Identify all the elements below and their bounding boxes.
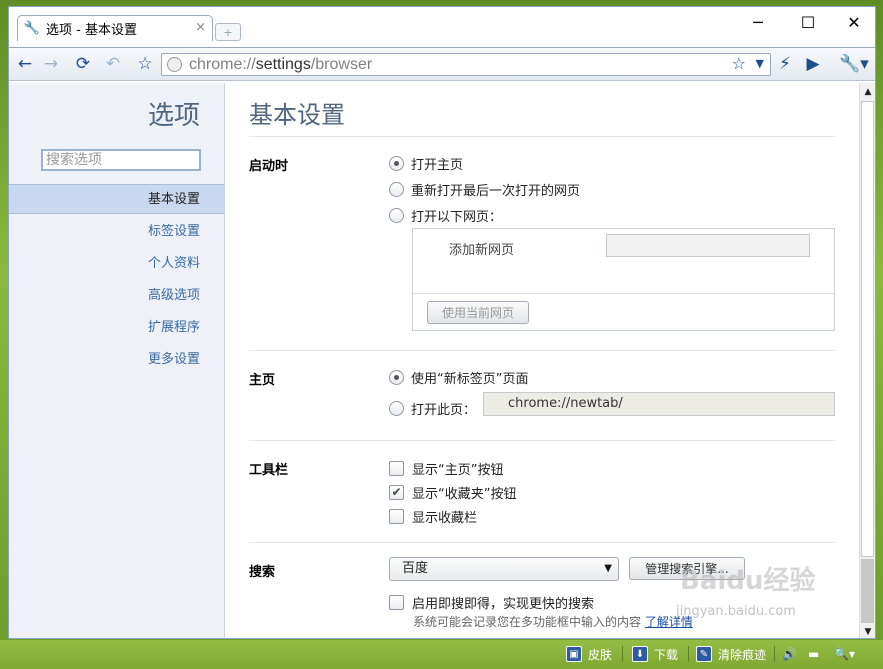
forward-icon[interactable]: →: [39, 53, 63, 75]
browser-window: 🔧 选项 - 基本设置 × + ─ ☐ ✕ ← → ⟳ ↶ ☆ chrome:/…: [8, 6, 876, 639]
checkbox[interactable]: [389, 509, 404, 524]
address-bar[interactable]: chrome://settings/browser ☆ ▼: [161, 53, 771, 76]
radio[interactable]: [389, 208, 404, 223]
download-button[interactable]: ⬇ 下载: [632, 644, 678, 664]
startup-pages-list: 添加新网页 使用当前网页: [412, 228, 835, 331]
sidebar-item-more[interactable]: 更多设置: [9, 345, 224, 375]
title-bar: 🔧 选项 - 基本设置 × + ─ ☐ ✕: [9, 7, 875, 47]
divider: [249, 542, 835, 543]
wrench-menu-icon[interactable]: 🔧▾: [839, 53, 869, 75]
radio-selected[interactable]: [389, 156, 404, 171]
divider: [413, 293, 834, 294]
sidebar-item-tabs[interactable]: 标签设置: [9, 217, 224, 247]
url-text: chrome://settings/browser: [189, 56, 373, 73]
divider: [688, 646, 689, 662]
checkbox[interactable]: [389, 461, 404, 476]
scroll-down-icon[interactable]: ▼: [860, 625, 875, 638]
startup-option-home[interactable]: 打开主页: [389, 154, 463, 173]
skin-button[interactable]: ▣ 皮肤: [566, 644, 612, 664]
search-label: 搜索: [249, 565, 276, 580]
search-engine-select[interactable]: 百度 ▼: [389, 557, 619, 581]
skin-icon: ▣: [566, 646, 582, 662]
scroll-up-icon[interactable]: ▲: [860, 85, 875, 99]
chevron-down-icon[interactable]: ▼: [756, 57, 764, 70]
homepage-option-newtab[interactable]: 使用“新标签页”页面: [389, 368, 528, 387]
checkbox[interactable]: [389, 595, 404, 610]
sidebar-item-advanced[interactable]: 高级选项: [9, 281, 224, 311]
tab-settings[interactable]: 🔧 选项 - 基本设置 ×: [17, 15, 213, 41]
homepage-url-field[interactable]: chrome://newtab/: [483, 392, 835, 416]
instant-search-option[interactable]: 启用即搜即得，实现更快的搜索: [389, 593, 594, 612]
checkbox-checked[interactable]: ✔: [389, 485, 404, 500]
show-favorites-button-option[interactable]: ✔ 显示“收藏夹”按钮: [389, 483, 516, 502]
show-home-button-option[interactable]: 显示“主页”按钮: [389, 459, 503, 478]
tab-title: 选项 - 基本设置: [46, 23, 137, 38]
minimize-button[interactable]: ─: [735, 9, 781, 35]
divider: [249, 440, 835, 441]
sidebar-item-basic[interactable]: 基本设置: [9, 184, 224, 214]
toolbar-label: 工具栏: [249, 463, 289, 478]
dropdown-arrow-icon: ▼: [604, 563, 612, 574]
volume-icon[interactable]: 🔊: [782, 644, 797, 664]
sidebar-title: 选项: [147, 101, 200, 131]
divider: [622, 646, 623, 662]
radio[interactable]: [389, 401, 404, 416]
zoom-icon[interactable]: 🔍▾: [834, 644, 855, 664]
clear-traces-button[interactable]: ✎ 清除痕迹: [696, 644, 766, 664]
download-icon: ⬇: [632, 646, 648, 662]
radio-selected[interactable]: [389, 370, 404, 385]
favorite-star-icon[interactable]: ☆: [133, 53, 157, 75]
add-page-label: 添加新网页: [449, 243, 515, 258]
watermark-url: jingyan.baidu.com: [676, 604, 796, 619]
new-tab-button[interactable]: +: [215, 23, 241, 41]
globe-icon: [167, 57, 182, 72]
broom-icon: ✎: [696, 646, 712, 662]
divider: [249, 136, 835, 137]
use-current-pages-button[interactable]: 使用当前网页: [427, 301, 529, 324]
screen-icon[interactable]: ▬: [808, 644, 819, 664]
undo-close-icon[interactable]: ↶: [101, 53, 125, 75]
scroll-track[interactable]: [861, 101, 874, 557]
play-icon[interactable]: ▶: [801, 53, 825, 75]
scrollbar[interactable]: ▲ ▼: [859, 83, 875, 638]
lightning-icon[interactable]: ⚡: [773, 53, 797, 75]
homepage-label: 主页: [249, 373, 276, 388]
close-button[interactable]: ✕: [831, 9, 875, 35]
add-page-field: [606, 234, 810, 257]
watermark-logo: Baidu经验: [680, 566, 816, 596]
maximize-button[interactable]: ☐: [785, 9, 831, 35]
status-bar: ▣ 皮肤 ⬇ 下载 ✎ 清除痕迹 🔊 ▬ 🔍▾: [0, 640, 883, 669]
settings-content: 基本设置 启动时 打开主页 重新打开最后一次打开的网页 打开以下网页： 添加新网…: [225, 83, 857, 638]
back-icon[interactable]: ←: [13, 53, 37, 75]
startup-label: 启动时: [249, 159, 289, 174]
scroll-thumb[interactable]: [861, 559, 874, 623]
search-input[interactable]: 搜索选项: [41, 149, 201, 171]
radio[interactable]: [389, 182, 404, 197]
instant-note: 系统可能会记录您在多功能框中输入的内容 了解详情: [413, 615, 693, 629]
startup-option-pages[interactable]: 打开以下网页：: [389, 206, 502, 225]
show-bookmarks-bar-option[interactable]: 显示收藏栏: [389, 507, 477, 526]
tab-close-icon[interactable]: ×: [195, 20, 206, 35]
divider: [249, 350, 835, 351]
divider: [774, 646, 775, 662]
page-title: 基本设置: [249, 101, 345, 129]
sidebar-item-profile[interactable]: 个人资料: [9, 249, 224, 279]
wrench-icon: 🔧: [23, 21, 41, 36]
reload-icon[interactable]: ⟳: [71, 53, 95, 75]
sidebar-item-extensions[interactable]: 扩展程序: [9, 313, 224, 343]
sidebar: 选项 搜索选项 基本设置 标签设置 个人资料 高级选项 扩展程序 更多设置: [9, 83, 225, 638]
startup-option-restore[interactable]: 重新打开最后一次打开的网页: [389, 180, 580, 199]
browser-toolbar: ← → ⟳ ↶ ☆ chrome://settings/browser ☆ ▼ …: [9, 47, 875, 81]
homepage-option-url[interactable]: 打开此页：: [389, 399, 476, 418]
bookmark-star-icon[interactable]: ☆: [732, 54, 746, 73]
